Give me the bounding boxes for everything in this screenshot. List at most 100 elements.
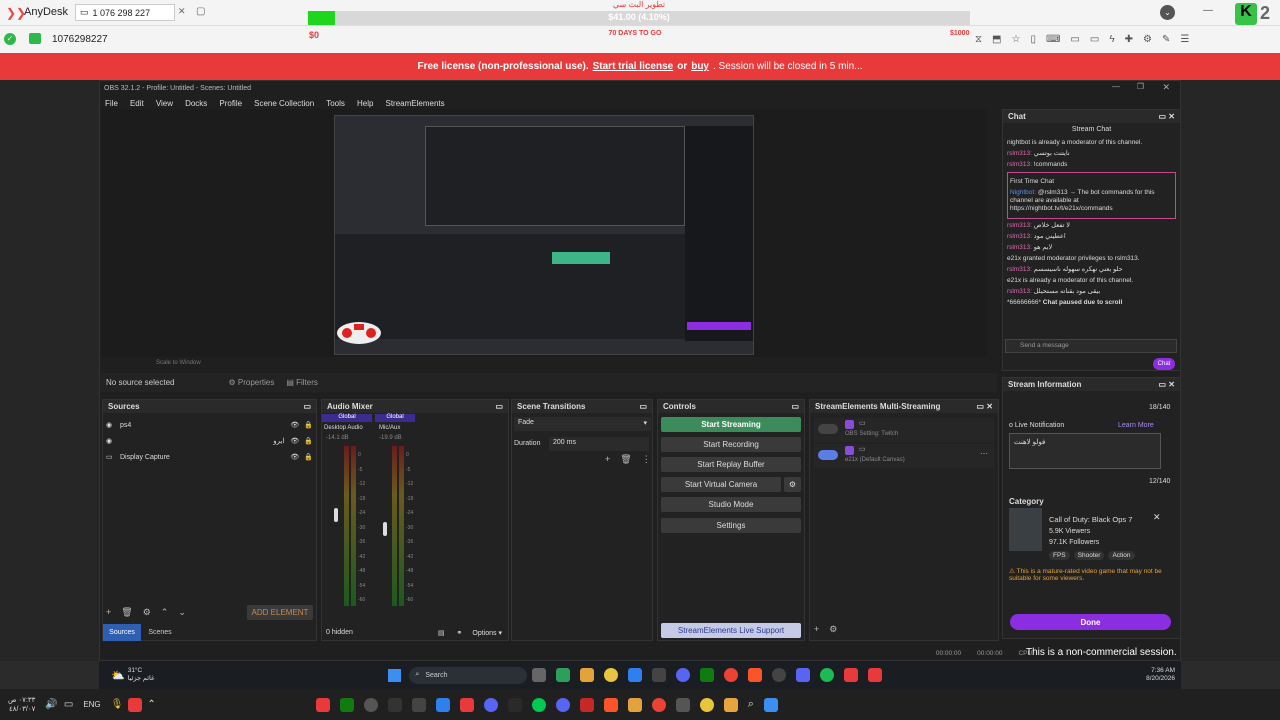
add-element-button[interactable]: ADD ELEMENT bbox=[247, 605, 313, 620]
replay-buffer-button[interactable]: Start Replay Buffer bbox=[661, 457, 801, 472]
menu-icon[interactable]: ☰ bbox=[1180, 34, 1189, 45]
menu-edit[interactable]: Edit bbox=[130, 99, 144, 108]
trash-icon[interactable]: 🗑 bbox=[121, 607, 132, 618]
trash-icon[interactable]: 🗑 bbox=[620, 454, 631, 465]
gear-icon[interactable]: ⚙ bbox=[143, 607, 151, 618]
duration-field[interactable]: 200 ms bbox=[549, 437, 649, 451]
privacy-icon[interactable]: ⧖ bbox=[975, 34, 982, 45]
monitor-icon[interactable]: ▭ bbox=[1070, 34, 1079, 45]
star-icon[interactable]: ☆ bbox=[1011, 34, 1020, 45]
terminal-icon[interactable] bbox=[387, 697, 402, 712]
lock-icon[interactable]: 🔒 bbox=[304, 437, 313, 445]
done-button[interactable]: Done bbox=[1010, 614, 1171, 630]
close-icon[interactable]: ▭ ✕ bbox=[1159, 380, 1175, 389]
layout-icon[interactable]: ▤ bbox=[438, 629, 445, 637]
spotify-icon[interactable] bbox=[820, 668, 835, 682]
chrome-icon[interactable] bbox=[724, 668, 739, 682]
close-icon[interactable]: ▭ ✕ bbox=[1159, 112, 1175, 121]
chat-icon[interactable]: ▭ bbox=[1090, 34, 1099, 45]
chat-paused[interactable]: Chat paused due to scroll bbox=[1043, 299, 1122, 306]
tab-sources[interactable]: Sources bbox=[103, 624, 141, 641]
link-icon[interactable]: ⚭ bbox=[457, 629, 463, 637]
chevron-up-icon[interactable]: ⌃ bbox=[147, 699, 155, 710]
task-view-icon[interactable] bbox=[532, 668, 547, 682]
tag[interactable]: Action bbox=[1108, 551, 1135, 560]
transition-select[interactable]: Fade ▾ bbox=[514, 417, 651, 431]
new-tab-icon[interactable]: ▢ bbox=[196, 6, 205, 17]
dock-icon[interactable]: ▭ bbox=[639, 402, 647, 411]
chrome-icon[interactable] bbox=[651, 697, 666, 712]
brave-icon[interactable] bbox=[603, 697, 618, 712]
search-box[interactable]: ⌕ Search bbox=[409, 666, 528, 684]
language-indicator[interactable]: ENG bbox=[83, 700, 100, 709]
app-icon[interactable] bbox=[604, 668, 619, 682]
network-icon[interactable]: ▭ bbox=[64, 699, 73, 710]
weather-widget[interactable]: 31°C غائم جزئيا bbox=[128, 667, 155, 683]
start-recording-button[interactable]: Start Recording bbox=[661, 437, 801, 452]
list-item[interactable]: ◉ ايرو 👁 🔒 bbox=[106, 433, 313, 449]
filters-button[interactable]: ▤ Filters bbox=[286, 378, 318, 387]
gear-icon[interactable]: ⚙ bbox=[784, 477, 801, 492]
up-icon[interactable]: ⌃ bbox=[161, 607, 169, 618]
app-icon[interactable] bbox=[627, 697, 642, 712]
menu-help[interactable]: Help bbox=[357, 99, 373, 108]
start-streaming-button[interactable]: Start Streaming bbox=[661, 417, 801, 432]
close-icon[interactable]: ✕ bbox=[1162, 82, 1170, 93]
app-icon[interactable] bbox=[555, 697, 570, 712]
windows-start-icon[interactable] bbox=[763, 697, 778, 712]
menu-profile[interactable]: Profile bbox=[219, 99, 242, 108]
options-button[interactable]: Options ▾ bbox=[472, 629, 502, 637]
learn-more-link[interactable]: Learn More bbox=[1118, 422, 1154, 429]
dock-icon[interactable]: ▭ bbox=[791, 402, 799, 411]
maximize-icon[interactable]: ❐ bbox=[1137, 82, 1144, 91]
add-icon[interactable]: + bbox=[605, 454, 610, 465]
buy-link[interactable]: buy bbox=[691, 61, 709, 72]
studio-mode-button[interactable]: Studio Mode bbox=[661, 497, 801, 512]
app-icon[interactable] bbox=[628, 668, 643, 682]
ch2-fader[interactable] bbox=[383, 522, 387, 536]
tab-scenes[interactable]: Scenes bbox=[141, 624, 179, 641]
toggle-on[interactable] bbox=[818, 450, 838, 460]
eye-icon[interactable]: 👁 bbox=[290, 437, 299, 445]
app-icon[interactable] bbox=[652, 668, 667, 682]
notif-textarea[interactable]: فولو لاهنت bbox=[1009, 433, 1161, 469]
display-icon[interactable]: ⬒ bbox=[992, 34, 1001, 45]
menu-scene-collection[interactable]: Scene Collection bbox=[254, 99, 314, 108]
close-icon[interactable]: ✕ bbox=[1153, 512, 1161, 523]
anydesk-icon[interactable] bbox=[844, 668, 859, 682]
close-icon[interactable]: ▭ ✕ bbox=[977, 402, 993, 411]
lightning-icon[interactable]: ϟ bbox=[1109, 34, 1114, 45]
discord-icon[interactable] bbox=[676, 668, 691, 682]
menu-streamelements[interactable]: StreamElements bbox=[386, 99, 445, 108]
brave-icon[interactable] bbox=[748, 668, 763, 682]
toggle-off[interactable] bbox=[818, 424, 838, 434]
dock-icon[interactable]: ▭ bbox=[303, 402, 311, 411]
properties-button[interactable]: ⚙ Properties bbox=[228, 378, 274, 387]
app-icon[interactable] bbox=[796, 668, 811, 682]
minimize-icon[interactable]: — bbox=[1203, 5, 1213, 16]
virtual-camera-button[interactable]: Start Virtual Camera bbox=[661, 477, 781, 492]
list-item[interactable]: ▭ Display Capture 👁 🔒 bbox=[106, 449, 313, 465]
se-support-button[interactable]: StreamElements Live Support bbox=[661, 623, 801, 638]
close-tab-icon[interactable]: ✕ bbox=[178, 6, 186, 17]
ch1-name[interactable]: Desktop Audio bbox=[324, 425, 363, 431]
obs-preview[interactable]: Scale to Window bbox=[101, 109, 987, 366]
menu-docks[interactable]: Docks bbox=[185, 99, 207, 108]
eye-icon[interactable]: 👁 bbox=[290, 421, 299, 429]
tag[interactable]: Shooter bbox=[1073, 551, 1105, 560]
chat-input[interactable]: Send a message bbox=[1005, 339, 1177, 353]
start-trial-link[interactable]: Start trial license bbox=[593, 61, 674, 72]
eye-icon[interactable]: 👁 bbox=[290, 453, 299, 461]
settings-button[interactable]: Settings bbox=[661, 518, 801, 533]
anydesk-icon[interactable] bbox=[868, 668, 883, 682]
anydesk-icon[interactable] bbox=[315, 697, 330, 712]
anydesk-session-tab[interactable]: ▭ 1 076 298 227 bbox=[75, 4, 175, 21]
pro-icon[interactable]: ⚙ bbox=[1143, 34, 1152, 45]
app-icon[interactable] bbox=[459, 697, 474, 712]
dock-icon[interactable]: ▭ bbox=[495, 402, 503, 411]
plugin-icon[interactable]: ✚ bbox=[1125, 34, 1133, 45]
minimize-icon[interactable]: — bbox=[1112, 82, 1120, 91]
photos-icon[interactable] bbox=[435, 697, 450, 712]
lock-icon[interactable]: 🔒 bbox=[304, 421, 313, 429]
menu-view[interactable]: View bbox=[156, 99, 173, 108]
